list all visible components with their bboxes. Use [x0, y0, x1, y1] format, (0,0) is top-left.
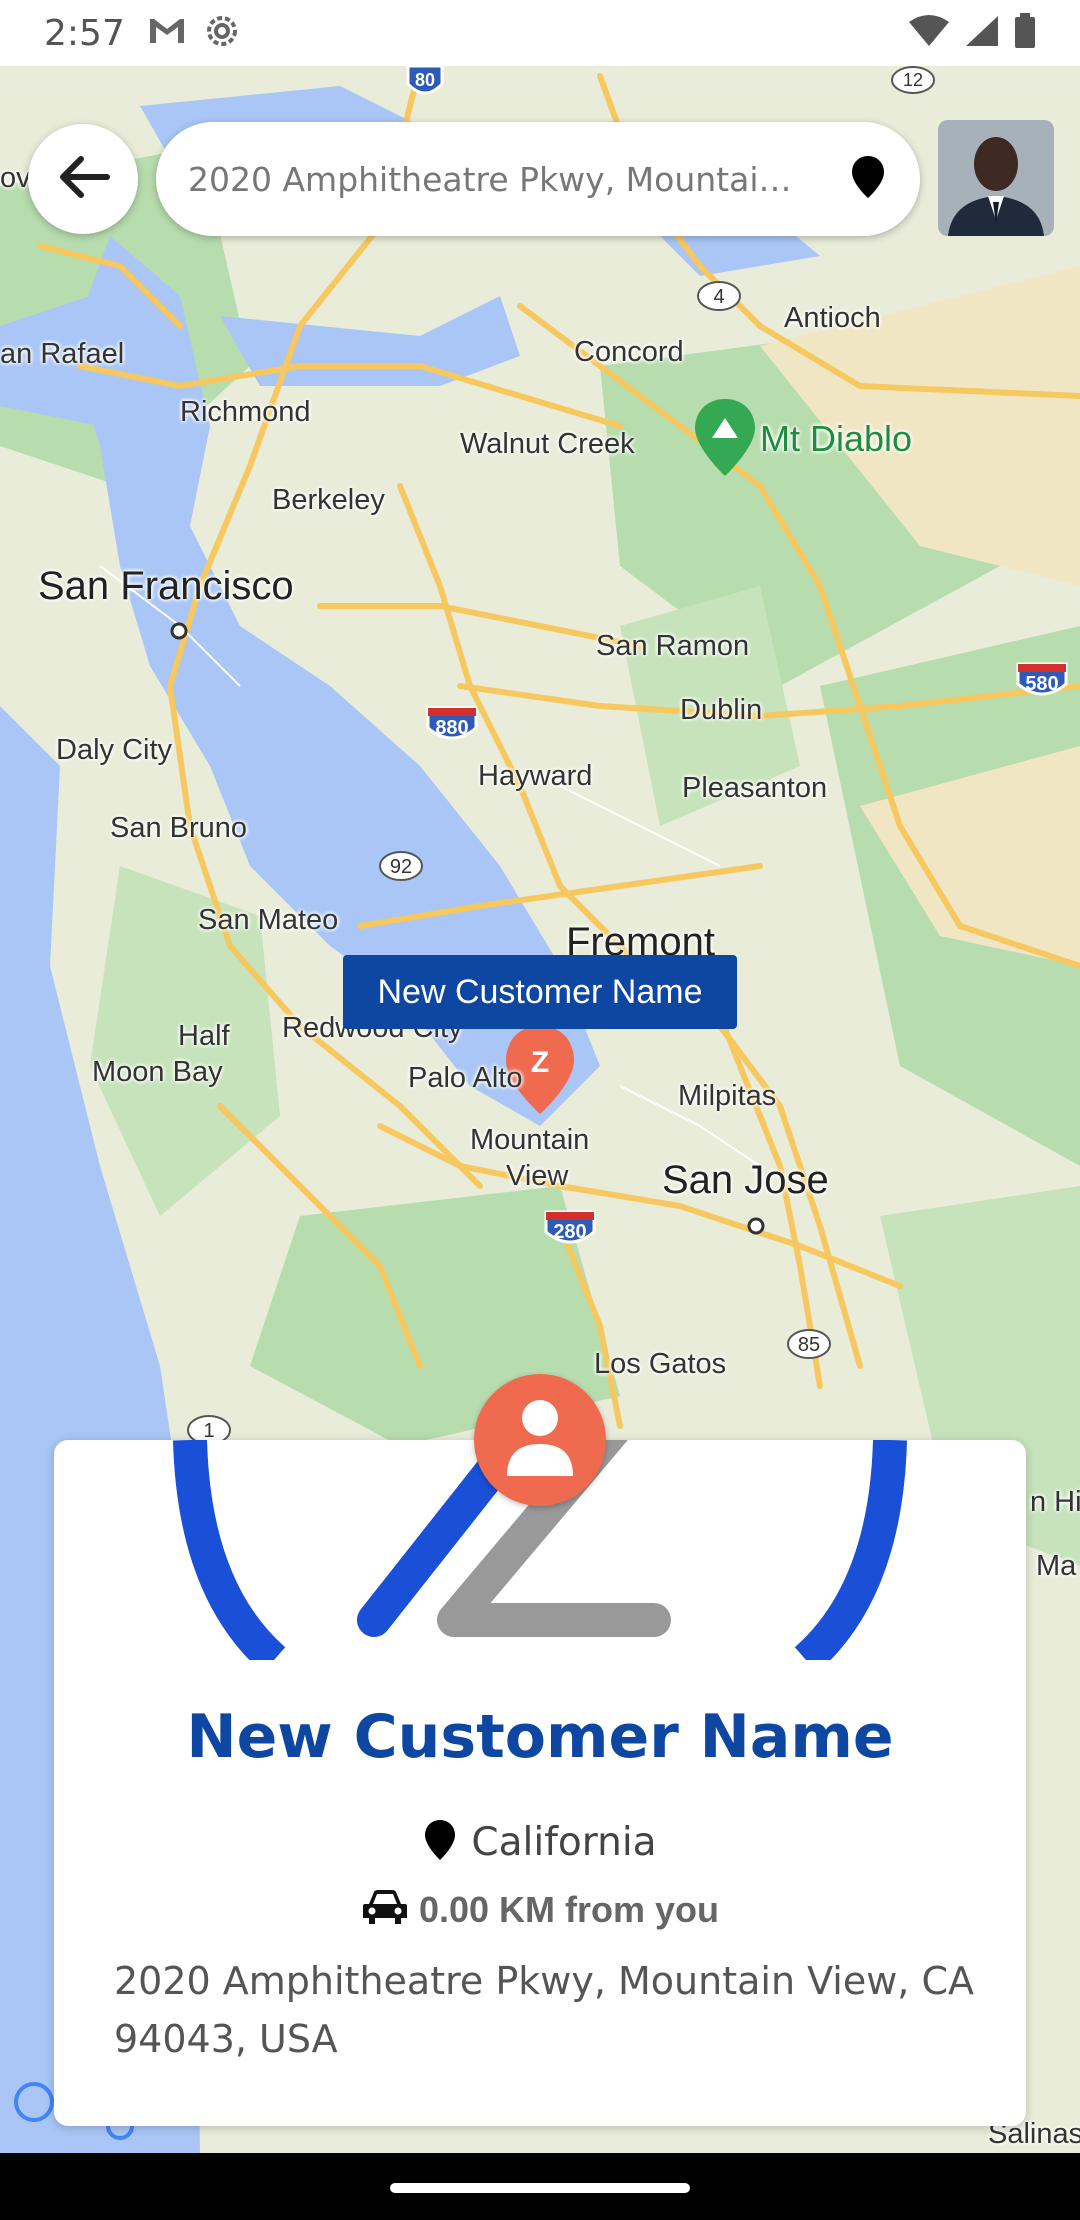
map-label-hayward: Hayward — [478, 760, 593, 792]
svg-text:280: 280 — [553, 1221, 586, 1243]
customer-name: New Customer Name — [186, 1702, 894, 1772]
signal-icon — [964, 14, 1000, 53]
map-label-dublin: Dublin — [680, 694, 763, 726]
shield-i80: 80 — [406, 66, 444, 95]
map-label-san-francisco: San Francisco — [38, 564, 294, 608]
map-label-pleasanton: Pleasanton — [682, 772, 828, 804]
location-pin-icon — [423, 1818, 457, 1867]
shield-r85: 85 — [787, 1329, 831, 1359]
address-search-field[interactable]: 2020 Amphitheatre Pkwy, Mountai… — [156, 122, 920, 236]
map-label-ma: Ma — [1036, 1550, 1077, 1582]
map-label-milpitas: Milpitas — [678, 1080, 777, 1112]
customer-state: California — [471, 1820, 657, 1865]
svg-text:12: 12 — [903, 70, 923, 90]
wifi-icon — [908, 14, 950, 53]
shield-r92: 92 — [379, 851, 423, 881]
marker-info-label[interactable]: New Customer Name — [343, 955, 737, 1029]
shield-r4: 4 — [697, 281, 741, 311]
map-label-san-ramon: San Ramon — [596, 630, 750, 662]
avatar-image — [938, 120, 1054, 236]
map-label-walnut-creek: Walnut Creek — [460, 428, 635, 460]
map-label-san-rafael: an Rafael — [0, 338, 125, 370]
back-button[interactable] — [28, 124, 138, 234]
map-label-mountain: Mountain — [470, 1124, 590, 1156]
map-label-richmond: Richmond — [180, 396, 311, 428]
map-label-concord: Concord — [574, 336, 684, 368]
svg-text:4: 4 — [713, 286, 724, 308]
map-label-moon-bay: Moon Bay — [92, 1056, 223, 1088]
map-label-half: Half — [178, 1020, 230, 1052]
shield-i880: 880 — [426, 706, 478, 740]
person-icon — [505, 1398, 575, 1483]
customer-card[interactable]: New Customer Name California 0.00 KM fro… — [54, 1440, 1026, 2126]
map-label-san-bruno: San Bruno — [110, 812, 248, 844]
customer-profile-badge — [474, 1374, 606, 1506]
map-label-antioch: Antioch — [784, 302, 881, 334]
map-label-hil: n Hil — [1030, 1486, 1080, 1518]
svg-text:580: 580 — [1025, 673, 1058, 695]
map-label-daly-city: Daly City — [56, 734, 173, 766]
user-avatar[interactable] — [938, 120, 1054, 236]
customer-state-row: California — [54, 1818, 1026, 1867]
status-bar: 2:57 — [0, 0, 1080, 66]
arrow-back-icon — [55, 153, 111, 206]
customer-address: 2020 Amphitheatre Pkwy, Mountain View, C… — [114, 1959, 974, 2061]
location-pin-icon[interactable] — [850, 154, 886, 205]
map-label-san-jose: San Jose — [662, 1158, 829, 1202]
map-label-los-gatos: Los Gatos — [594, 1348, 727, 1380]
car-icon — [361, 1888, 409, 1931]
svg-text:92: 92 — [390, 856, 412, 878]
map-label-berkeley: Berkeley — [272, 484, 385, 516]
customer-distance-row: 0.00 KM from you — [54, 1888, 1026, 1931]
svg-text:1: 1 — [203, 1420, 214, 1442]
battery-icon — [1014, 12, 1036, 54]
svg-text:80: 80 — [415, 70, 435, 90]
map-label-mt-diablo: Mt Diablo — [760, 418, 913, 459]
marker-logo-text: Z — [531, 1046, 549, 1079]
shield-i280: 280 — [544, 1210, 596, 1244]
gmail-icon — [147, 15, 187, 52]
shield-r12: 12 — [891, 66, 935, 94]
map-label-view: View — [506, 1160, 569, 1192]
shield-i580: 580 — [1016, 662, 1068, 696]
status-time: 2:57 — [44, 12, 125, 54]
customer-distance: 0.00 KM from you — [418, 1888, 720, 1930]
svg-text:880: 880 — [435, 717, 468, 739]
map-label-san-mateo: San Mateo — [198, 904, 339, 936]
map-label-palo-alto: Palo Alto — [408, 1062, 523, 1094]
home-gesture-handle[interactable] — [390, 2183, 690, 2193]
address-search-value: 2020 Amphitheatre Pkwy, Mountai… — [188, 159, 792, 199]
settings-icon — [203, 12, 241, 55]
svg-text:85: 85 — [798, 1334, 820, 1356]
